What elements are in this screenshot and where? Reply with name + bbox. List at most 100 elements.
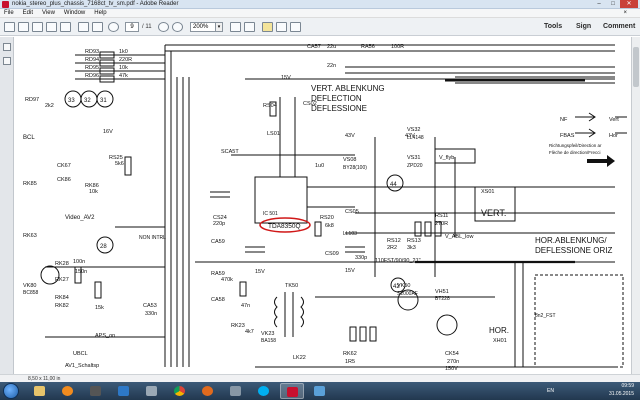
label-rd97: RD97 bbox=[25, 97, 39, 103]
label-rk28: RK28 bbox=[55, 261, 69, 267]
value-8n2-fst: 8n2_FST bbox=[535, 313, 556, 319]
label-node-28: 28 bbox=[100, 244, 107, 250]
label-ck54: CK54 bbox=[445, 351, 459, 357]
attachments-paperclip-icon[interactable] bbox=[3, 57, 11, 65]
taskbar-settings[interactable] bbox=[224, 383, 248, 399]
zoom-out-icon[interactable] bbox=[158, 22, 169, 32]
gear-icon bbox=[230, 386, 241, 396]
fit-page-icon[interactable] bbox=[230, 22, 241, 32]
zoom-in-icon[interactable] bbox=[172, 22, 183, 32]
close-document-button[interactable]: × bbox=[623, 9, 627, 18]
menu-edit[interactable]: Edit bbox=[23, 9, 33, 17]
label-lk22: LK22 bbox=[293, 355, 306, 361]
paint-icon bbox=[314, 386, 325, 396]
label-zpd20: ZPD20 bbox=[407, 163, 423, 169]
menu-help[interactable]: Help bbox=[94, 9, 106, 17]
label-rk62: RK62 bbox=[343, 351, 357, 357]
sign-pen-icon[interactable] bbox=[290, 22, 301, 32]
label-rd96: RD96 bbox=[85, 73, 99, 79]
menu-window[interactable]: Window bbox=[64, 9, 85, 17]
maximize-button[interactable]: □ bbox=[606, 0, 620, 8]
adobe-reader-icon bbox=[287, 387, 298, 397]
taskbar-paint[interactable] bbox=[308, 383, 332, 399]
taskbar-app-x[interactable] bbox=[84, 383, 108, 399]
email-icon[interactable] bbox=[60, 22, 71, 32]
label-v-abl-low: V_ABL_low bbox=[445, 234, 473, 240]
label-rs20: RS20 bbox=[320, 215, 334, 221]
comment-button[interactable]: Comment bbox=[603, 18, 635, 36]
legend-fbas: FBAS bbox=[560, 133, 575, 139]
label-rk23: RK23 bbox=[231, 323, 245, 329]
scrollbar-thumb[interactable] bbox=[633, 47, 639, 87]
label-scart: SCA5T bbox=[221, 149, 239, 155]
label-vk23: VK23 bbox=[261, 331, 274, 337]
label-cs09: CS09 bbox=[325, 251, 339, 257]
navigation-pane bbox=[0, 37, 14, 374]
label-rk84: RK84 bbox=[55, 295, 69, 301]
label-ba158: BA158 bbox=[261, 338, 276, 344]
label-rs12: RS12 bbox=[387, 238, 401, 244]
app-icon bbox=[118, 386, 129, 396]
windows-taskbar: EN 09:59 31.05.2015 bbox=[0, 382, 640, 400]
minimize-button[interactable]: – bbox=[592, 0, 606, 8]
clock-time[interactable]: 09:59 bbox=[621, 383, 634, 389]
taskbar-app-blue[interactable] bbox=[112, 383, 136, 399]
toolbar: 9 / 11 200% ▾ Tools Sign Comment bbox=[0, 18, 640, 36]
ic-part-number: TDA8350Q bbox=[268, 223, 301, 230]
value-150n: 150n bbox=[75, 269, 87, 275]
create-pdf-icon[interactable] bbox=[18, 22, 29, 32]
menu-view[interactable]: View bbox=[42, 9, 55, 17]
window-title-bar: nokia_stereo_plus_chassis_7168ct_tv_sm.p… bbox=[0, 0, 640, 9]
up-arrow-icon[interactable] bbox=[108, 22, 119, 32]
value-1r5: 1R5 bbox=[345, 359, 355, 365]
value-220p: 220p bbox=[213, 221, 225, 227]
label-node-32: 32 bbox=[84, 98, 91, 104]
taskbar-adobe-reader[interactable] bbox=[280, 383, 304, 399]
clock-date[interactable]: 31.05.2015 bbox=[609, 391, 634, 397]
value-470k: 470k bbox=[221, 277, 233, 283]
taskbar-calc[interactable] bbox=[140, 383, 164, 399]
vertical-scrollbar[interactable] bbox=[631, 37, 640, 374]
next-page-icon[interactable] bbox=[92, 22, 103, 32]
taskbar-explorer[interactable] bbox=[28, 383, 52, 399]
label-ll103: LL103 bbox=[343, 231, 357, 237]
menu-file[interactable]: File bbox=[4, 9, 14, 17]
value-22u: 22u bbox=[327, 44, 336, 50]
zoom-level-field[interactable]: 200% bbox=[190, 22, 216, 32]
page-number-input[interactable]: 9 bbox=[125, 22, 139, 32]
value-1u0: 1u0 bbox=[315, 163, 324, 169]
firefox-icon bbox=[202, 386, 213, 396]
taskbar-media-player[interactable] bbox=[56, 383, 80, 399]
tools-button[interactable]: Tools bbox=[544, 18, 562, 36]
previous-page-icon[interactable] bbox=[78, 22, 89, 32]
value-5k6: 5k6 bbox=[115, 161, 124, 167]
highlight-icon[interactable] bbox=[276, 22, 287, 32]
value-6k8: 6k8 bbox=[325, 223, 334, 229]
comment-note-icon[interactable] bbox=[262, 22, 273, 32]
label-node-44: 44 bbox=[390, 182, 397, 188]
fit-width-icon[interactable] bbox=[244, 22, 255, 32]
window-controls: – □ ✕ bbox=[592, 0, 638, 8]
start-button[interactable] bbox=[3, 383, 19, 399]
taskbar-chrome[interactable] bbox=[168, 383, 192, 399]
value-100n: 100n bbox=[73, 259, 85, 265]
label-vh51: VH51 bbox=[435, 289, 449, 295]
fbas-arrow-icon bbox=[587, 155, 615, 167]
value-10k-b: 10k bbox=[89, 189, 98, 195]
document-view[interactable]: VERT. ABLENKUNG DEFLECTION DEFLESSIONE V… bbox=[15, 37, 631, 374]
taskbar-firefox[interactable] bbox=[196, 383, 220, 399]
taskbar-skype[interactable] bbox=[252, 383, 276, 399]
value-110fst: 110FST/90/90_21" bbox=[375, 258, 421, 264]
zoom-dropdown-chevron-down-icon[interactable]: ▾ bbox=[216, 22, 223, 32]
close-window-button[interactable]: ✕ bbox=[620, 0, 638, 8]
label-v-flyb: V_flyb bbox=[439, 155, 454, 161]
folder-icon bbox=[34, 386, 45, 396]
open-folder-icon[interactable] bbox=[4, 22, 15, 32]
label-rd95: RD95 bbox=[85, 65, 99, 71]
language-indicator[interactable]: EN bbox=[547, 388, 554, 394]
label-bt228: BT228 bbox=[435, 296, 450, 302]
sign-button[interactable]: Sign bbox=[576, 18, 591, 36]
page-thumbnails-icon[interactable] bbox=[3, 43, 11, 51]
print-icon[interactable] bbox=[46, 22, 57, 32]
save-icon[interactable] bbox=[32, 22, 43, 32]
